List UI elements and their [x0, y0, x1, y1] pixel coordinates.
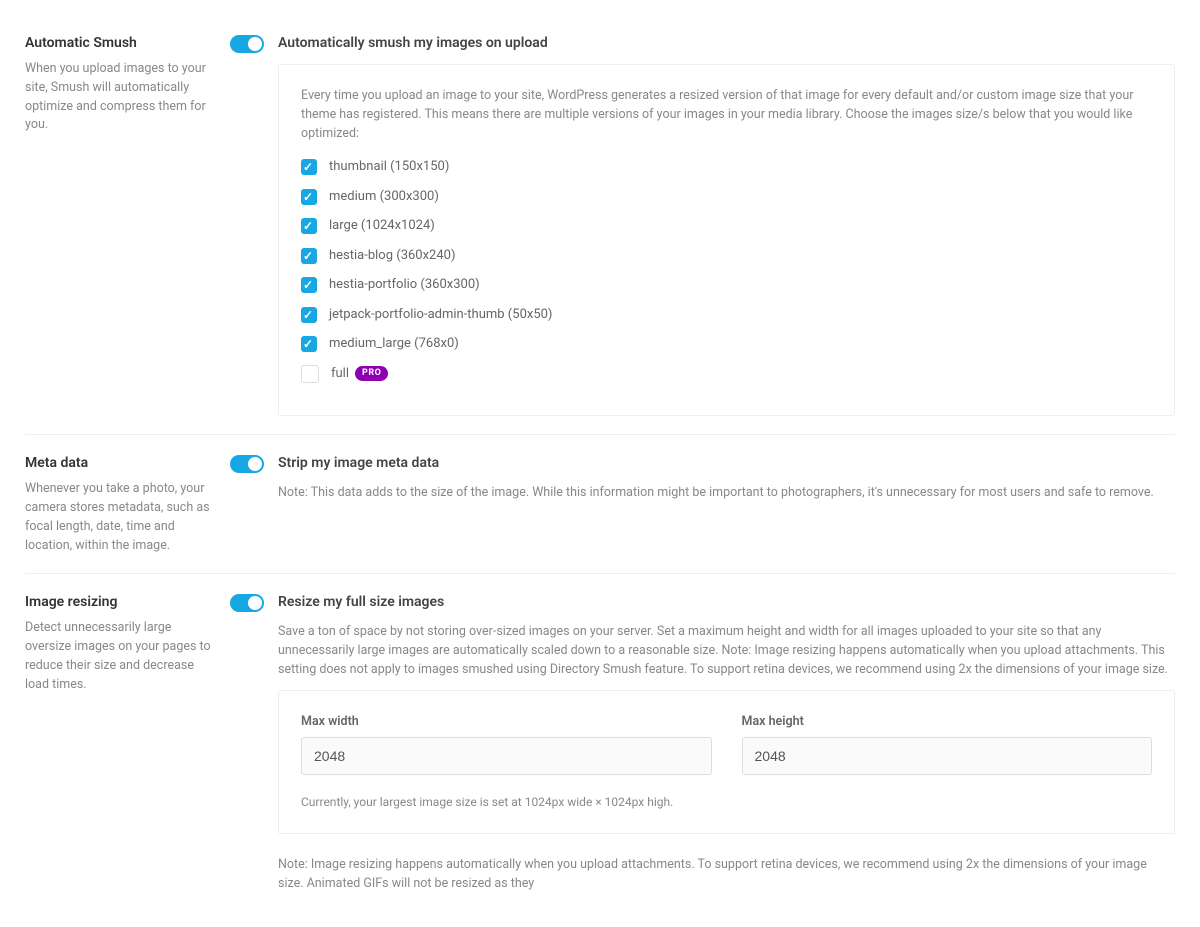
resize-explain: Save a ton of space by not storing over-…	[278, 623, 1175, 679]
resize-bottom-note: Note: Image resizing happens automatical…	[278, 856, 1175, 894]
max-width-label: Max width	[301, 713, 712, 732]
image-sizes-intro: Every time you upload an image to your s…	[301, 87, 1152, 143]
auto-smush-toggle[interactable]	[230, 35, 264, 53]
size-item: large (1024x1024)	[301, 216, 1152, 236]
size-checkbox[interactable]	[301, 159, 317, 175]
size-label: full	[331, 364, 349, 384]
resize-toggle[interactable]	[230, 594, 264, 612]
section-resize: Image resizing Detect unnecessarily larg…	[25, 574, 1175, 912]
current-size-note: Currently, your largest image size is se…	[301, 793, 1152, 811]
auto-smush-title: Automatic Smush	[25, 33, 215, 54]
size-checkbox	[301, 365, 319, 383]
auto-smush-toggle-label: Automatically smush my images on upload	[278, 33, 548, 54]
image-sizes-box: Every time you upload an image to your s…	[278, 64, 1175, 416]
size-item: hestia-blog (360x240)	[301, 246, 1152, 266]
resize-toggle-label: Resize my full size images	[278, 592, 444, 613]
resize-title: Image resizing	[25, 592, 215, 613]
size-checkbox[interactable]	[301, 336, 317, 352]
auto-smush-desc: When you upload images to your site, Smu…	[25, 60, 215, 135]
meta-toggle-label: Strip my image meta data	[278, 453, 439, 474]
size-label: jetpack-portfolio-admin-thumb (50x50)	[329, 305, 552, 325]
section-auto-smush: Automatic Smush When you upload images t…	[25, 15, 1175, 435]
size-label: medium (300x300)	[329, 187, 439, 207]
size-item: full PRO	[301, 364, 1152, 384]
size-label: hestia-blog (360x240)	[329, 246, 456, 266]
resize-desc: Detect unnecessarily large oversize imag…	[25, 619, 215, 694]
size-checkbox[interactable]	[301, 248, 317, 264]
max-height-input[interactable]	[742, 737, 1153, 775]
section-meta: Meta data Whenever you take a photo, you…	[25, 435, 1175, 574]
size-checkbox[interactable]	[301, 277, 317, 293]
pro-badge: PRO	[355, 366, 388, 382]
size-item: jetpack-portfolio-admin-thumb (50x50)	[301, 305, 1152, 325]
size-item: medium_large (768x0)	[301, 334, 1152, 354]
resize-box: Max width Max height Currently, your lar…	[278, 690, 1175, 835]
meta-note: Note: This data adds to the size of the …	[278, 484, 1175, 503]
size-item: thumbnail (150x150)	[301, 157, 1152, 177]
max-height-label: Max height	[742, 713, 1153, 732]
meta-title: Meta data	[25, 453, 215, 474]
meta-toggle[interactable]	[230, 455, 264, 473]
size-label: medium_large (768x0)	[329, 334, 459, 354]
meta-desc: Whenever you take a photo, your camera s…	[25, 480, 215, 555]
max-width-input[interactable]	[301, 737, 712, 775]
size-checkbox[interactable]	[301, 218, 317, 234]
size-label: large (1024x1024)	[329, 216, 435, 236]
size-label: thumbnail (150x150)	[329, 157, 449, 177]
size-checkbox[interactable]	[301, 307, 317, 323]
size-checkbox[interactable]	[301, 189, 317, 205]
size-item: medium (300x300)	[301, 187, 1152, 207]
size-label: hestia-portfolio (360x300)	[329, 275, 480, 295]
size-item: hestia-portfolio (360x300)	[301, 275, 1152, 295]
